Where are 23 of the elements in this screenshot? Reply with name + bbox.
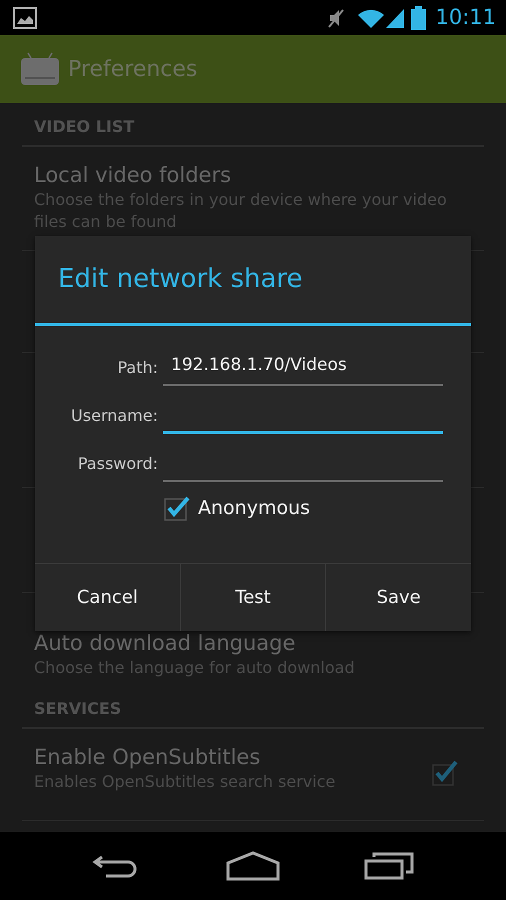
dialog-button[interactable]: Cancel bbox=[35, 564, 180, 631]
battery-icon bbox=[411, 6, 426, 30]
input-field[interactable]: 192.168.1.70/Videos bbox=[163, 350, 443, 386]
field-label: Username: bbox=[70, 405, 158, 427]
preference-title: Local video folders bbox=[34, 162, 232, 189]
preference-title: Enable OpenSubtitles bbox=[34, 744, 262, 771]
screen-title: Preferences bbox=[68, 56, 198, 84]
dialog-button[interactable]: Save bbox=[325, 564, 472, 631]
app-icon bbox=[20, 52, 60, 86]
preference-checkbox[interactable] bbox=[432, 759, 460, 787]
gallery-icon bbox=[13, 6, 37, 28]
field-label: Path: bbox=[116, 357, 158, 379]
clock: 10:11 bbox=[435, 4, 496, 31]
dialog-title: Edit network share bbox=[58, 263, 303, 296]
dialog-button[interactable]: Test bbox=[180, 564, 326, 631]
field-label: Password: bbox=[76, 453, 158, 475]
checkbox[interactable] bbox=[164, 495, 190, 522]
home-icon[interactable] bbox=[226, 851, 280, 881]
checkbox-label: Anonymous bbox=[198, 496, 310, 521]
signal-icon bbox=[385, 6, 406, 28]
preference-title: Auto download language bbox=[34, 630, 296, 657]
recents-icon[interactable] bbox=[364, 852, 414, 880]
mute-icon bbox=[327, 6, 346, 28]
